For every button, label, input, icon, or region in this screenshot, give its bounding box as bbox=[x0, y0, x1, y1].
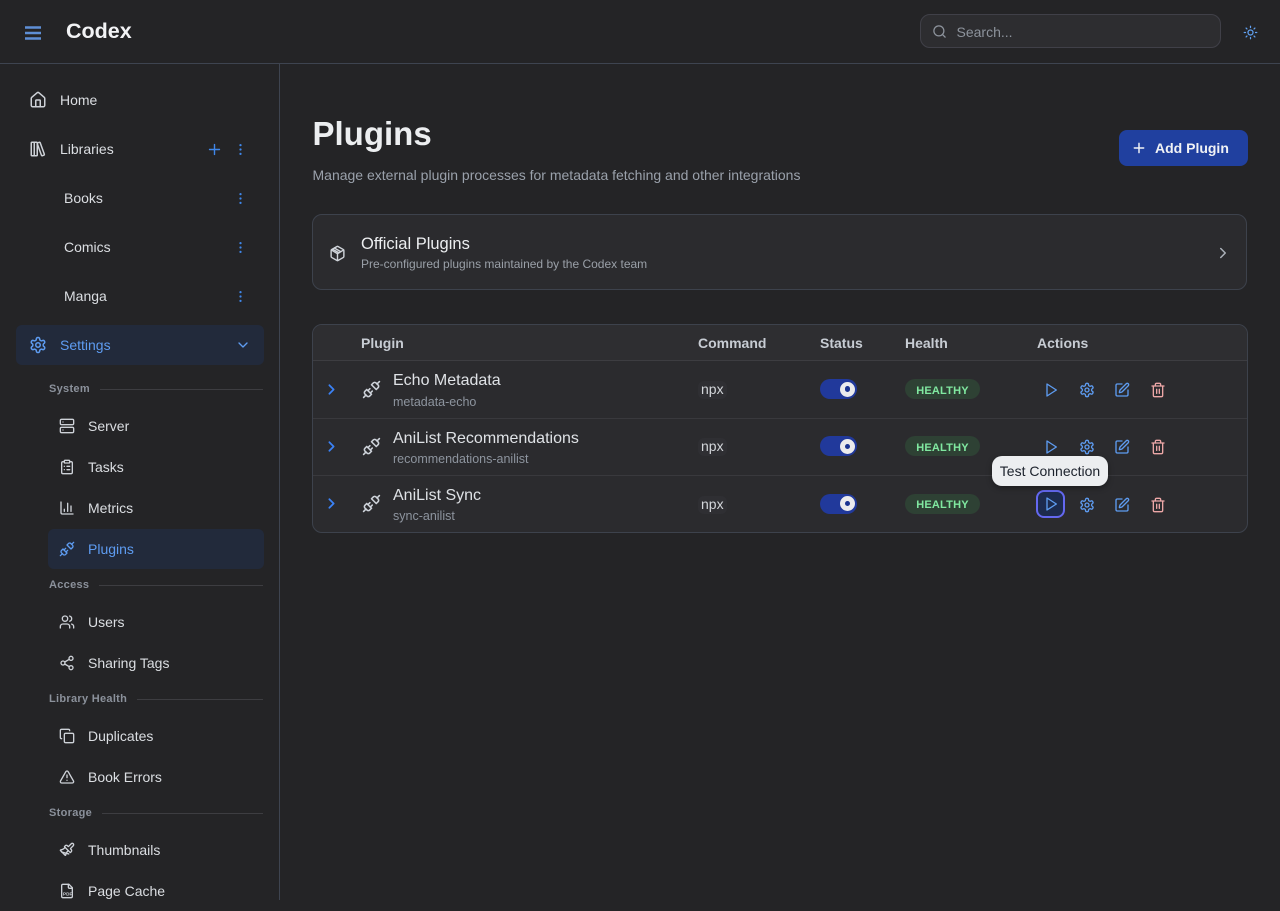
svg-text:PDF: PDF bbox=[63, 891, 72, 896]
